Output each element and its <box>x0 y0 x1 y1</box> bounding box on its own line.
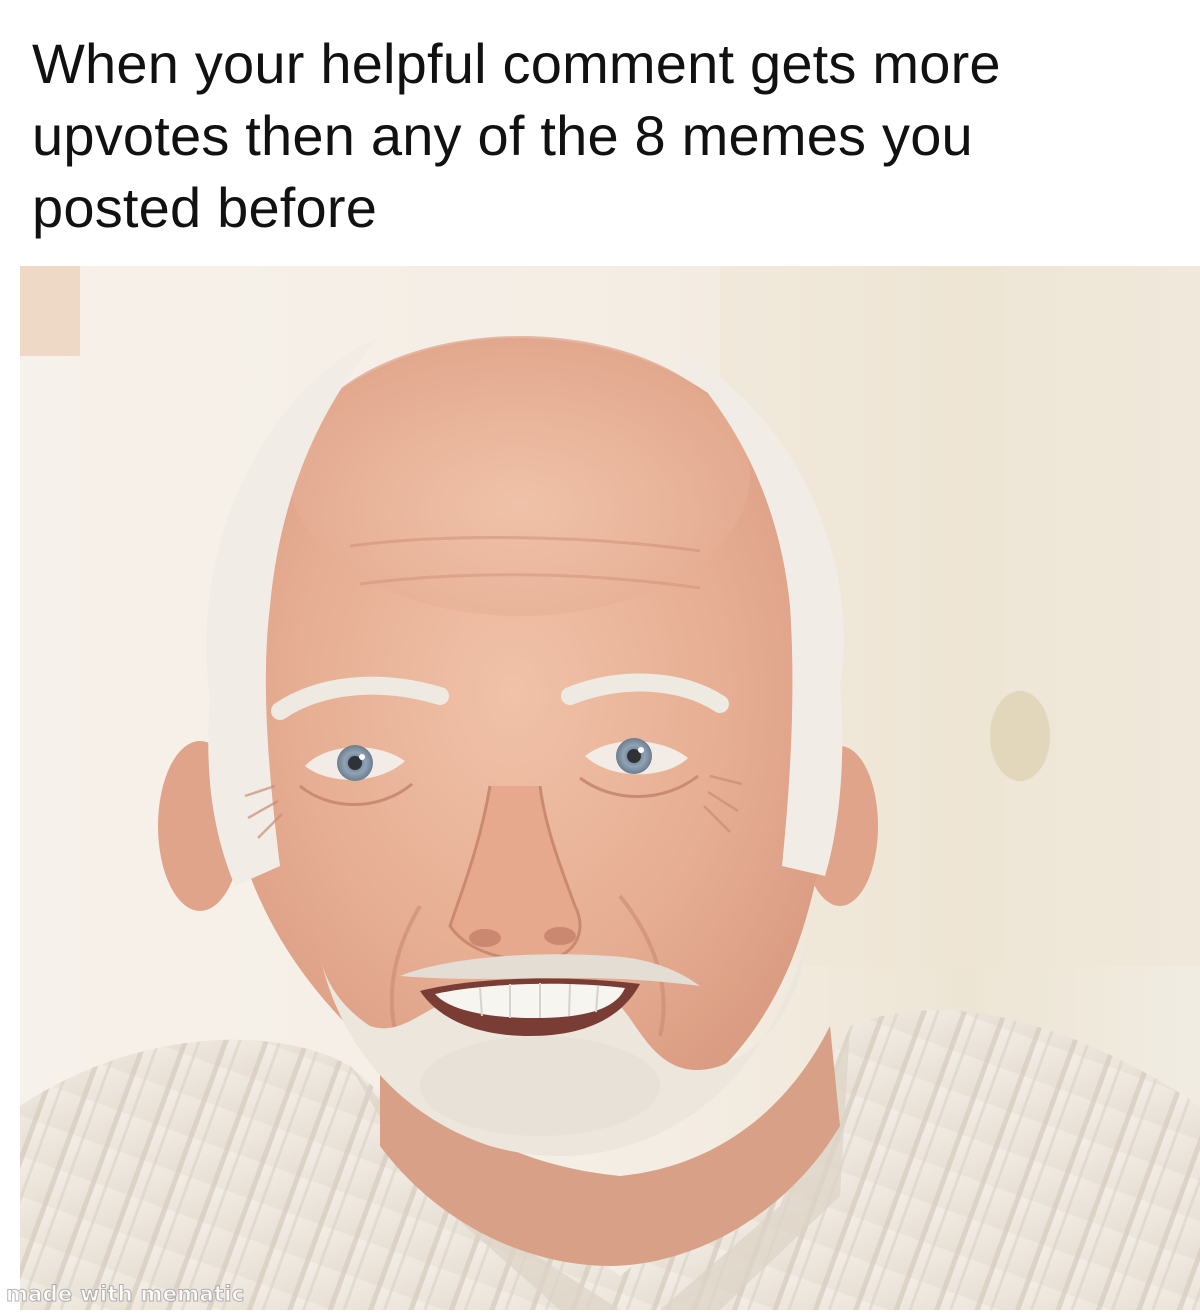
caption-line-3: posted before <box>32 176 378 239</box>
mematic-watermark: made with mematic <box>6 1282 245 1307</box>
meme-caption: When your helpful comment gets more upvo… <box>32 28 1172 244</box>
caption-line-1: When your helpful comment gets more <box>32 32 1001 95</box>
caption-line-2: upvotes then any of the 8 memes you <box>32 104 973 167</box>
meme-photo <box>20 266 1200 1310</box>
